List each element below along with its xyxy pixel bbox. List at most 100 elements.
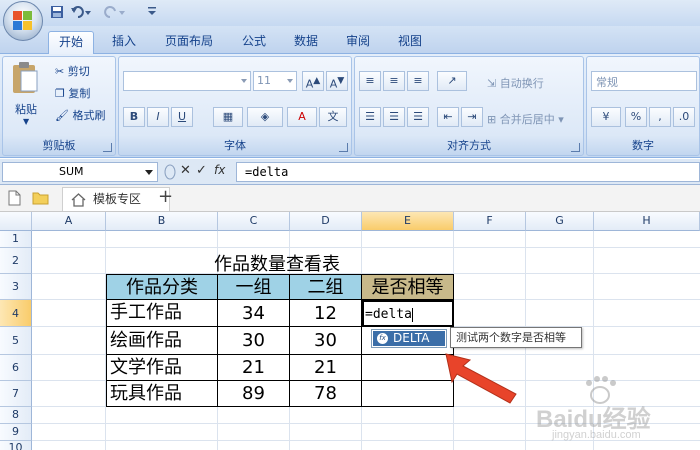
doc-tab-templates[interactable]: 模板专区: [62, 187, 170, 211]
row-header-4[interactable]: 4: [0, 300, 32, 327]
table-row-group1[interactable]: 34: [218, 300, 290, 327]
name-box[interactable]: SUM: [2, 162, 158, 182]
increase-indent-button[interactable]: ⇥: [461, 107, 483, 127]
column-header-a[interactable]: A: [32, 212, 106, 231]
column-header-e[interactable]: E: [362, 212, 454, 231]
autocomplete-item-label: DELTA: [393, 331, 430, 345]
table-row-group1[interactable]: 89: [218, 381, 290, 407]
font-size-combo[interactable]: 11: [253, 71, 297, 91]
cancel-icon[interactable]: ✕: [180, 163, 191, 178]
row-header-3[interactable]: 3: [0, 274, 32, 300]
column-header-g[interactable]: G: [526, 212, 594, 231]
currency-button[interactable]: ¥: [591, 107, 621, 127]
phonetic-button[interactable]: 文: [319, 107, 347, 127]
table-row-category[interactable]: 绘画作品: [106, 327, 218, 355]
table-row-group2[interactable]: 30: [290, 327, 362, 355]
insert-function-icon[interactable]: fx: [214, 163, 225, 177]
align-right-button[interactable]: ☰: [407, 107, 429, 127]
header-category[interactable]: 作品分类: [106, 274, 218, 300]
row-header-1[interactable]: 1: [0, 231, 32, 248]
comma-button[interactable]: ,: [649, 107, 671, 127]
table-row-category[interactable]: 文学作品: [106, 355, 218, 381]
paste-button[interactable]: 粘贴: [15, 101, 37, 117]
header-group2[interactable]: 二组: [290, 274, 362, 300]
fill-color-button[interactable]: ◈: [247, 107, 283, 127]
row-header-5[interactable]: 5: [0, 327, 32, 355]
column-header-d[interactable]: D: [290, 212, 362, 231]
merge-center-button[interactable]: ⊞ 合并后居中 ▾: [487, 111, 564, 127]
tab-home[interactable]: 开始: [48, 31, 94, 54]
tab-review[interactable]: 审阅: [338, 31, 378, 54]
underline-button[interactable]: U: [171, 107, 193, 127]
table-row-group2[interactable]: 12: [290, 300, 362, 327]
tab-formulas[interactable]: 公式: [234, 31, 274, 54]
function-autocomplete-list[interactable]: fx DELTA: [371, 329, 447, 348]
row-header-8[interactable]: 8: [0, 407, 32, 424]
name-box-dropdown-icon[interactable]: [145, 170, 153, 175]
clipboard-launcher-icon[interactable]: [103, 143, 112, 152]
new-document-icon[interactable]: [8, 190, 21, 209]
save-icon[interactable]: [50, 5, 64, 22]
row-header-10[interactable]: 10: [0, 441, 32, 450]
wrap-text-button[interactable]: ⇲ 自动换行: [487, 75, 544, 91]
column-header-h[interactable]: H: [594, 212, 700, 231]
bold-button[interactable]: B: [123, 107, 145, 127]
grow-font-button[interactable]: A▲: [302, 71, 324, 91]
cut-button[interactable]: ✂ 剪切: [55, 63, 90, 79]
tab-insert[interactable]: 插入: [104, 31, 144, 54]
active-cell-editor[interactable]: =delta: [362, 300, 454, 327]
format-painter-button[interactable]: 🖌 格式刷: [55, 107, 105, 123]
font-color-button[interactable]: A: [287, 107, 317, 127]
shrink-font-button[interactable]: A▼: [326, 71, 348, 91]
formula-input[interactable]: =delta: [236, 162, 700, 182]
font-launcher-icon[interactable]: [339, 143, 348, 152]
italic-button[interactable]: I: [147, 107, 169, 127]
tab-data[interactable]: 数据: [286, 31, 326, 54]
select-all-corner[interactable]: [0, 212, 32, 231]
column-header-f[interactable]: F: [454, 212, 526, 231]
align-bottom-icon: ≡: [413, 74, 423, 87]
add-tab-button[interactable]: +: [158, 186, 173, 207]
percent-button[interactable]: %: [625, 107, 647, 127]
header-is-equal[interactable]: 是否相等: [362, 274, 454, 300]
number-format-combo[interactable]: 常规: [591, 71, 697, 91]
row-header-2[interactable]: 2: [0, 248, 32, 274]
align-center-button[interactable]: ☰: [383, 107, 405, 127]
table-row-group2[interactable]: 21: [290, 355, 362, 381]
decimal-button[interactable]: .0: [673, 107, 695, 127]
undo-icon[interactable]: [70, 5, 92, 22]
enter-icon[interactable]: ✓: [196, 163, 207, 178]
row-header-9[interactable]: 9: [0, 424, 32, 441]
alignment-launcher-icon[interactable]: [571, 143, 580, 152]
table-row-group2[interactable]: 78: [290, 381, 362, 407]
paste-dropdown-icon[interactable]: ▼: [23, 117, 29, 126]
header-group1[interactable]: 一组: [218, 274, 290, 300]
folder-icon[interactable]: [32, 191, 49, 208]
home-icon: [71, 192, 86, 214]
font-name-combo[interactable]: [123, 71, 251, 91]
table-row-group1[interactable]: 21: [218, 355, 290, 381]
align-bottom-button[interactable]: ≡: [407, 71, 429, 91]
redo-icon[interactable]: [104, 5, 126, 22]
autocomplete-item-delta[interactable]: fx DELTA: [373, 331, 445, 346]
column-header-b[interactable]: B: [106, 212, 218, 231]
copy-button[interactable]: ❐ 复制: [55, 85, 90, 101]
table-row-category[interactable]: 手工作品: [106, 300, 218, 327]
table-row-group1[interactable]: 30: [218, 327, 290, 355]
row-header-7[interactable]: 7: [0, 381, 32, 407]
align-top-button[interactable]: ≡: [359, 71, 381, 91]
tab-page-layout[interactable]: 页面布局: [156, 31, 222, 54]
border-button[interactable]: ▦: [213, 107, 243, 127]
row-header-6[interactable]: 6: [0, 355, 32, 381]
office-button[interactable]: [3, 1, 43, 41]
customize-quick-access-icon[interactable]: [148, 5, 156, 20]
align-left-button[interactable]: ☰: [359, 107, 381, 127]
table-row-category[interactable]: 玩具作品: [106, 381, 218, 407]
sheet-title[interactable]: 作品数量查看表: [214, 250, 340, 276]
orientation-button[interactable]: ↗: [437, 71, 467, 91]
align-middle-button[interactable]: ≡: [383, 71, 405, 91]
decrease-indent-button[interactable]: ⇤: [437, 107, 459, 127]
column-header-c[interactable]: C: [218, 212, 290, 231]
tab-view[interactable]: 视图: [390, 31, 430, 54]
paste-icon[interactable]: [11, 61, 39, 98]
